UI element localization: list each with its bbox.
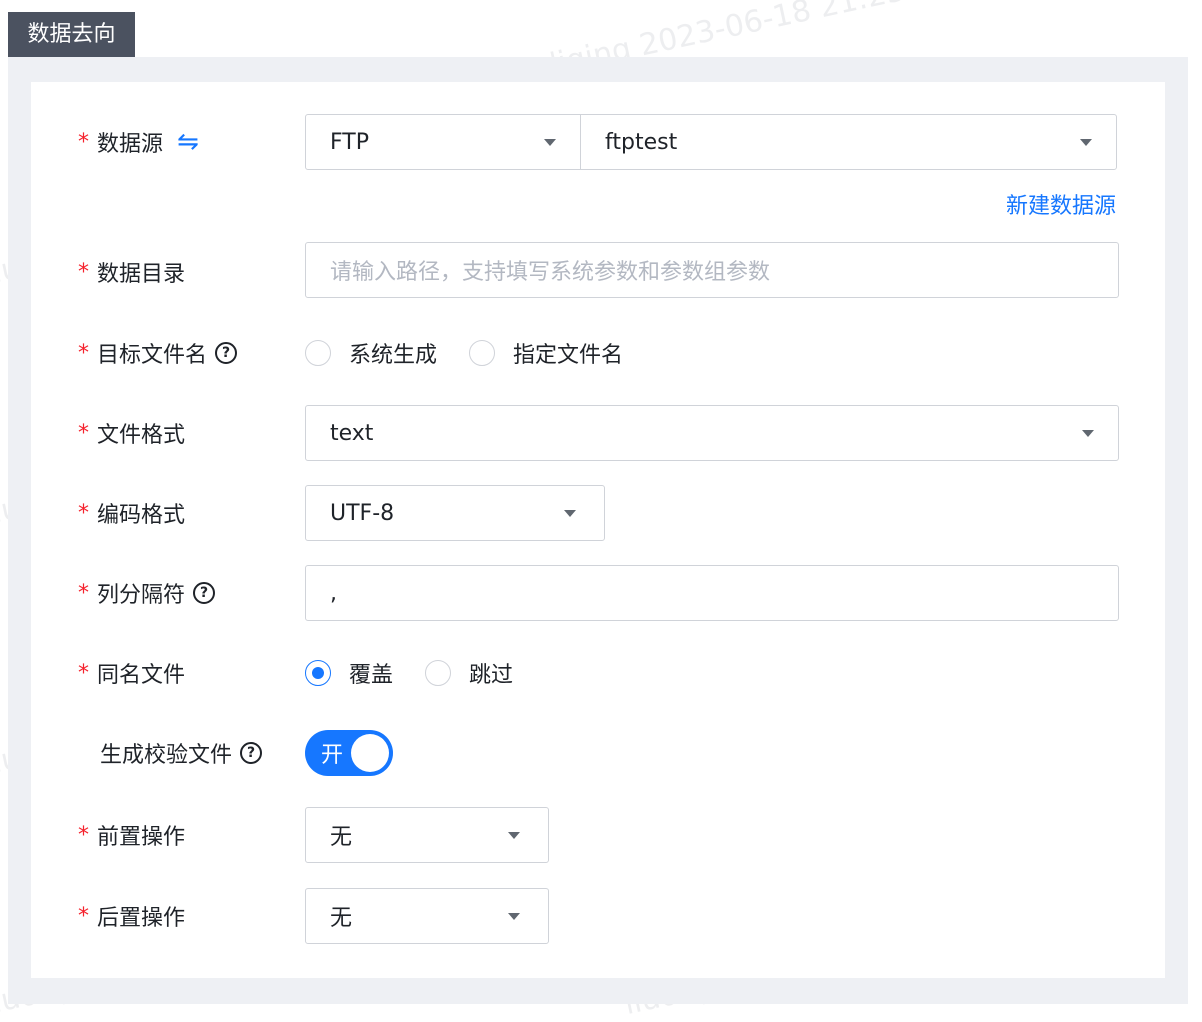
encoding-select[interactable]: UTF-8 (305, 485, 605, 541)
directory-placeholder: 请输入路径，支持填写系统参数和参数组参数 (330, 260, 771, 285)
checksum-file-toggle[interactable]: 开 (305, 730, 393, 776)
pre-operation-label: 前置操作 (97, 825, 186, 850)
target-filename-label-row: * 目标文件名 ? (78, 338, 238, 368)
help-icon[interactable]: ? (193, 582, 216, 604)
column-separator-value: , (330, 580, 337, 606)
post-operation-label-row: * 后置操作 (78, 901, 186, 932)
chevron-down-icon (1080, 139, 1092, 146)
radio-skip[interactable]: 跳过 (425, 657, 513, 689)
required-mark: * (78, 340, 89, 366)
pre-operation-value: 无 (330, 825, 353, 850)
target-filename-label: 目标文件名 (97, 343, 208, 368)
chevron-down-icon (508, 913, 520, 920)
required-mark: * (78, 903, 89, 929)
required-mark: * (78, 500, 89, 526)
checksum-file-label: 生成校验文件 (100, 743, 233, 768)
chevron-down-icon (1082, 430, 1094, 437)
radio-circle-icon[interactable] (425, 660, 452, 686)
file-format-value: text (330, 420, 374, 446)
radio-label: 跳过 (469, 663, 514, 688)
post-operation-value: 无 (330, 906, 353, 931)
radio-system-generate[interactable]: 系统生成 (305, 337, 437, 369)
same-name-file-radio-group: 覆盖 跳过 (305, 658, 545, 688)
encoding-value: UTF-8 (330, 500, 395, 526)
target-filename-radio-group: 系统生成 指定文件名 (305, 338, 655, 368)
radio-label: 指定文件名 (513, 343, 624, 368)
directory-label-row: * 数据目录 (78, 257, 186, 288)
required-mark: * (78, 129, 89, 155)
radio-circle-icon[interactable] (305, 340, 331, 366)
post-operation-label: 后置操作 (97, 906, 186, 931)
datasource-label-row: * 数据源 ⇋ (78, 127, 199, 157)
file-format-label: 文件格式 (97, 423, 186, 448)
same-name-file-label-row: * 同名文件 (78, 658, 186, 689)
required-mark: * (78, 259, 89, 285)
section-title: 数据去向 (8, 12, 135, 57)
chevron-down-icon (508, 832, 520, 839)
required-mark: * (78, 420, 89, 446)
chevron-down-icon (544, 139, 556, 146)
required-mark: * (78, 822, 89, 848)
same-name-file-label: 同名文件 (97, 663, 186, 688)
required-mark: * (78, 580, 89, 606)
radio-label: 覆盖 (349, 663, 394, 688)
radio-overwrite[interactable]: 覆盖 (305, 657, 393, 689)
encoding-label-row: * 编码格式 (78, 498, 186, 529)
radio-specify-filename[interactable]: 指定文件名 (469, 337, 623, 369)
encoding-label: 编码格式 (97, 503, 186, 528)
new-datasource-link[interactable]: 新建数据源 (1006, 188, 1116, 220)
radio-label: 系统生成 (349, 343, 438, 368)
column-separator-input[interactable]: , (305, 565, 1119, 621)
pre-operation-select[interactable]: 无 (305, 807, 549, 863)
directory-input[interactable]: 请输入路径，支持填写系统参数和参数组参数 (305, 242, 1119, 298)
chevron-down-icon (564, 510, 576, 517)
datasource-label: 数据源 (97, 132, 164, 157)
datasource-type-select[interactable]: FTP (305, 114, 581, 170)
switch-icon[interactable]: ⇋ (177, 127, 199, 157)
file-format-label-row: * 文件格式 (78, 418, 186, 449)
radio-checked-icon[interactable] (305, 660, 331, 686)
directory-label: 数据目录 (97, 262, 186, 287)
toggle-knob (351, 734, 389, 772)
required-mark: * (78, 660, 89, 686)
checksum-file-label-row: 生成校验文件 ? (100, 738, 263, 768)
radio-circle-icon[interactable] (469, 340, 496, 366)
datasource-select[interactable]: ftptest (580, 114, 1117, 170)
pre-operation-label-row: * 前置操作 (78, 820, 186, 851)
column-separator-label-row: * 列分隔符 ? (78, 578, 216, 608)
datasource-type-value: FTP (330, 129, 369, 155)
post-operation-select[interactable]: 无 (305, 888, 549, 944)
toggle-text: 开 (321, 743, 344, 768)
column-separator-label: 列分隔符 (97, 583, 186, 608)
help-icon[interactable]: ? (240, 742, 263, 764)
help-icon[interactable]: ? (215, 342, 238, 364)
file-format-select[interactable]: text (305, 405, 1119, 461)
datasource-value: ftptest (605, 129, 678, 155)
